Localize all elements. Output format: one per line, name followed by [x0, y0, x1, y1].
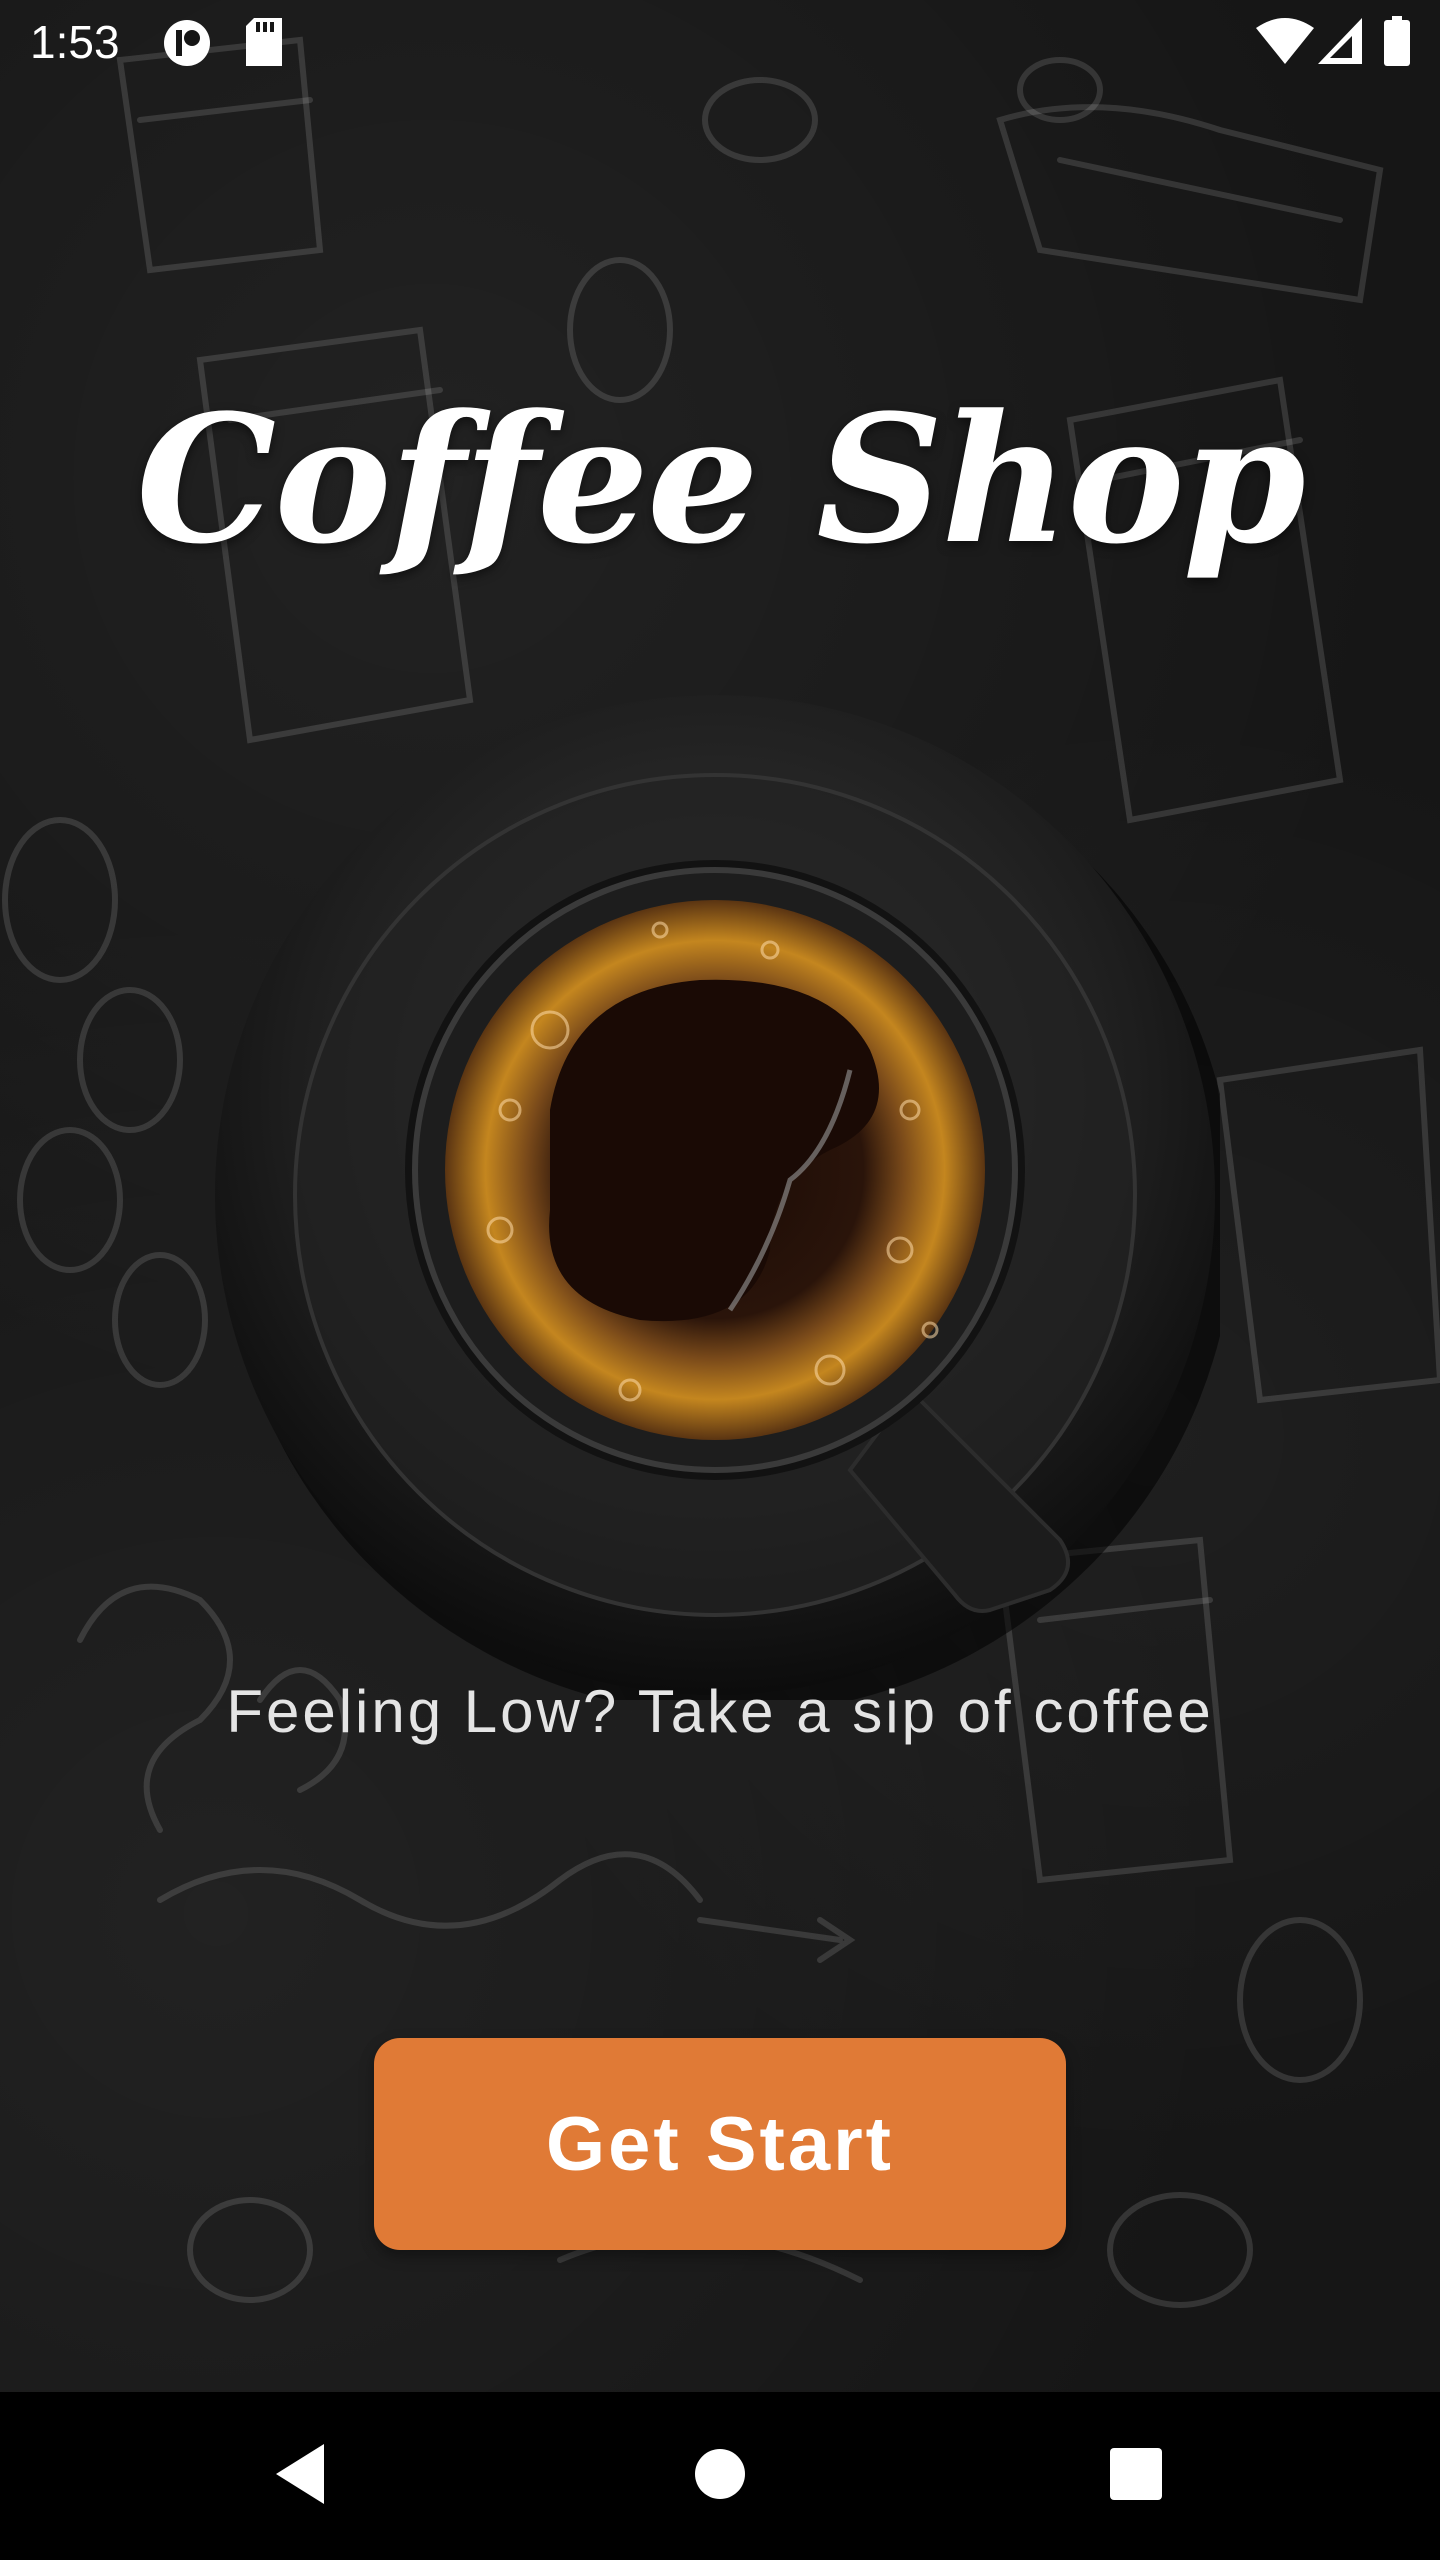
back-icon[interactable] [272, 2442, 328, 2506]
signal-icon [1318, 18, 1362, 64]
record-icon [164, 20, 210, 66]
status-time: 1:53 [30, 16, 120, 68]
tagline: Feeling Low? Take a sip of coffee [226, 1678, 1214, 1745]
navigation-bar [0, 2392, 1440, 2560]
coffee-cup-image [210, 690, 1235, 1715]
sd-card-icon [246, 18, 282, 66]
splash-screen: 1:53 Coffee Shop Feeling Low? Take a sip… [0, 0, 1440, 2560]
battery-icon [1384, 16, 1410, 66]
app-title: Coffee Shop [136, 376, 1306, 583]
home-icon[interactable] [694, 2448, 746, 2500]
get-start-button[interactable]: Get Start [374, 2038, 1066, 2250]
wifi-icon [1256, 18, 1314, 64]
recents-icon[interactable] [1110, 2448, 1162, 2500]
status-bar: 1:53 [0, 0, 1440, 84]
